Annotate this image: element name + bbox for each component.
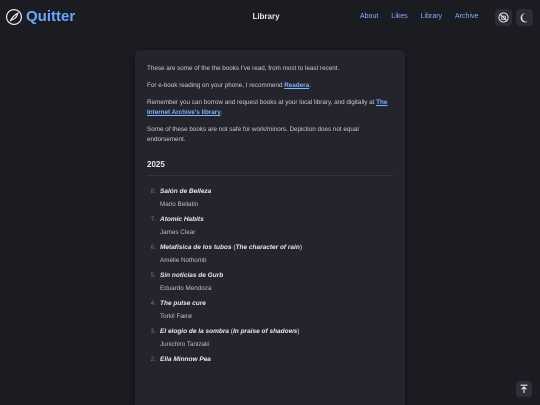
top-bar: Quitter Library About Likes Library Arch… — [0, 0, 540, 34]
readera-link[interactable]: Readera — [284, 82, 309, 89]
book-details: Salón de Belleza Mario Bellatin — [160, 187, 393, 210]
paren-close: ) — [299, 244, 302, 251]
nav-link-likes[interactable]: Likes — [391, 13, 407, 20]
book-item: 7. Atomic Habits James Clear — [147, 215, 393, 238]
book-details: Atomic Habits James Clear — [160, 215, 393, 238]
nav-link-library[interactable]: Library — [421, 13, 442, 20]
book-title: Salón de Belleza — [160, 187, 393, 197]
book-number: 7. — [150, 216, 156, 223]
book-details: Sin noticias de Gurb Eduardo Mendoza — [160, 271, 393, 294]
site-brand[interactable]: Quitter — [6, 8, 75, 25]
back-to-top-button[interactable] — [516, 381, 532, 397]
book-title: Ella Minnow Pea — [160, 355, 393, 365]
book-title-text: Metafísica de los tubos — [160, 244, 232, 251]
book-author: Junichiro Tanizaki — [160, 341, 210, 348]
site-name: Quitter — [26, 8, 76, 25]
book-alt-title: In praise of shadows — [232, 328, 298, 335]
book-title: Atomic Habits — [160, 215, 393, 225]
book-item: 3. El elogio de la sombra (In praise of s… — [147, 327, 393, 350]
book-item: 6. Metafísica de los tubos (The character… — [147, 243, 393, 266]
no-ai-icon — [498, 12, 509, 23]
book-title-text: Salón de Belleza — [160, 188, 212, 195]
book-title: Sin noticias de Gurb — [160, 271, 393, 281]
ebook-text: For e-book reading on your phone, I reco… — [147, 82, 285, 89]
book-title-text: Atomic Habits — [160, 216, 204, 223]
nav-link-archive[interactable]: Archive — [455, 13, 478, 20]
library-paragraph: Remember you can borrow and request book… — [147, 98, 393, 118]
book-title-text: El elogio de la sombra — [160, 328, 229, 335]
book-item: 5. Sin noticias de Gurb Eduardo Mendoza — [147, 271, 393, 294]
book-number: 2. — [150, 356, 156, 363]
book-title: The pulse cure — [160, 299, 393, 309]
book-list: 8. Salón de Belleza Mario Bellatin 7. Atomic… — [147, 187, 393, 365]
moon-icon — [520, 12, 528, 22]
book-item: 8. Salón de Belleza Mario Bellatin — [147, 187, 393, 210]
book-item: 4. The pulse cure Torkil Færø — [147, 299, 393, 322]
page-title: Library — [252, 12, 280, 21]
main-nav: About Likes Library Archive — [360, 13, 491, 20]
book-author: Amélie Nothomb — [160, 257, 207, 264]
no-ai-button[interactable] — [495, 9, 512, 26]
library-period: . — [220, 109, 223, 116]
book-details: Ella Minnow Pea — [160, 355, 393, 365]
book-title-text: Ella Minnow Pea — [160, 356, 211, 363]
book-title-text: The pulse cure — [160, 300, 206, 307]
book-details: El elogio de la sombra (In praise of sha… — [160, 327, 393, 350]
book-author: James Clear — [160, 229, 196, 236]
book-author: Torkil Færø — [160, 313, 192, 320]
ebook-paragraph: For e-book reading on your phone, I reco… — [147, 81, 393, 91]
feather-logo-icon — [6, 8, 22, 25]
book-number: 4. — [150, 300, 156, 307]
intro-paragraph: These are some of the the books I've rea… — [147, 65, 340, 72]
theme-toggle-button[interactable] — [516, 9, 533, 26]
book-number: 5. — [150, 272, 156, 279]
book-title-text: Sin noticias de Gurb — [160, 272, 224, 279]
book-number: 6. — [150, 244, 156, 251]
book-details: Metafísica de los tubos (The character o… — [160, 243, 393, 266]
year-heading: 2025 — [147, 160, 393, 176]
book-item: 2. Ella Minnow Pea — [147, 355, 393, 365]
book-author: Eduardo Mendoza — [160, 285, 212, 292]
disclaimer-paragraph: Some of these books are not safe for wor… — [147, 126, 359, 143]
arrow-up-icon — [520, 384, 528, 393]
book-number: 8. — [150, 188, 156, 195]
ebook-period: . — [309, 82, 311, 89]
nav-link-about[interactable]: About — [360, 13, 378, 20]
book-title: El elogio de la sombra (In praise of sha… — [160, 327, 393, 337]
library-panel: These are some of the the books I've rea… — [135, 50, 405, 405]
library-text: Remember you can borrow and request book… — [147, 99, 377, 106]
book-title: Metafísica de los tubos (The character o… — [160, 243, 393, 253]
book-author: Mario Bellatin — [160, 201, 199, 208]
paren-close: ) — [297, 328, 300, 335]
book-alt-title: The character of rain — [235, 244, 300, 251]
book-details: The pulse cure Torkil Færø — [160, 299, 393, 322]
book-number: 3. — [150, 328, 156, 335]
